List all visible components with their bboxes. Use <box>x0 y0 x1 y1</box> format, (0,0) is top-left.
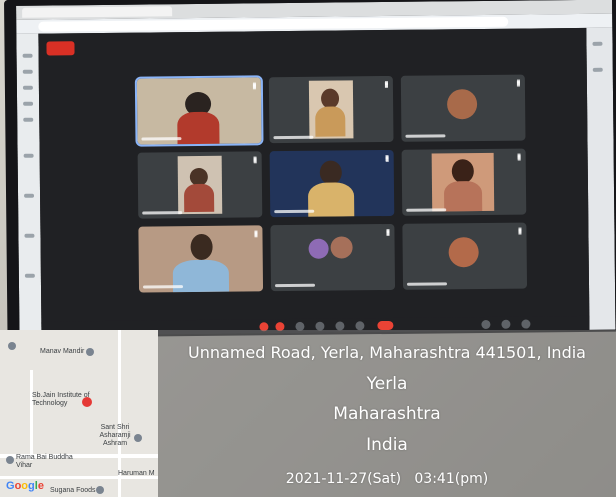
more-options-icon[interactable] <box>516 79 520 86</box>
participant-name-label <box>406 282 448 286</box>
laptop-screen <box>4 0 616 338</box>
end-call-button[interactable] <box>377 320 394 331</box>
participant-name-label <box>274 283 316 288</box>
participant-tile[interactable] <box>401 148 527 216</box>
right-sidebar <box>586 27 616 330</box>
more-options-icon[interactable] <box>517 153 521 160</box>
map-pin-icon <box>96 486 104 494</box>
participant-tile[interactable] <box>268 75 394 144</box>
geotag-overlay: Unnamed Road, Yerla, Maharashtra 441501,… <box>158 330 616 497</box>
timestamp-text: 2021-11-27(Sat) 03:41(pm) <box>285 471 489 487</box>
more-options-icon[interactable] <box>254 230 258 237</box>
map-pin-icon <box>134 434 142 442</box>
location-marker-icon <box>82 397 92 407</box>
more-options-icon[interactable] <box>385 154 389 162</box>
video-grid <box>38 27 590 336</box>
people-icon[interactable] <box>501 319 511 329</box>
participant-tile[interactable] <box>137 151 263 219</box>
participant-name-label <box>142 285 184 289</box>
info-icon[interactable] <box>481 319 491 330</box>
recording-badge <box>46 41 75 56</box>
location-map: Manav Mandir Sb.Jain Institute of Techno… <box>0 330 158 497</box>
participant-tile[interactable] <box>400 74 526 142</box>
country-text: India <box>366 435 408 455</box>
map-pin-icon <box>8 342 16 350</box>
participant-tile[interactable] <box>134 75 264 147</box>
chat-icon[interactable] <box>521 319 531 329</box>
more-options-icon[interactable] <box>384 80 388 88</box>
participant-name-label <box>142 211 183 215</box>
locality-text: Yerla <box>366 374 408 394</box>
more-options-icon[interactable] <box>518 227 522 234</box>
google-logo: Google <box>6 480 44 492</box>
participant-name-label <box>405 134 446 138</box>
state-text: Maharashtra <box>333 404 441 424</box>
participant-tile[interactable] <box>138 225 264 293</box>
participant-name-label <box>141 137 182 141</box>
browser-tab[interactable] <box>22 6 173 18</box>
map-pin-icon <box>6 456 14 464</box>
map-place-label: Sugana Foods <box>50 487 96 494</box>
map-place-label: Rama Bai Buddha Vihar <box>16 454 73 469</box>
participant-name-label <box>406 208 447 212</box>
more-options-icon[interactable] <box>386 228 390 236</box>
more-options-icon[interactable] <box>253 156 257 163</box>
meeting-screen <box>16 0 616 336</box>
address-text: Unnamed Road, Yerla, Maharashtra 441501,… <box>188 343 586 362</box>
more-icon[interactable] <box>355 321 365 331</box>
map-place-label: Sant Shri Asharamji Ashram <box>99 424 131 447</box>
more-options-icon[interactable] <box>252 82 256 89</box>
map-pin-icon <box>86 348 94 356</box>
left-sidebar <box>16 33 42 336</box>
map-place-label: Manav Mandir <box>40 348 85 355</box>
participant-name-label <box>274 209 315 214</box>
participant-name-label <box>273 135 314 140</box>
participant-tile[interactable] <box>269 149 395 218</box>
participant-tile[interactable] <box>270 223 396 292</box>
map-place-label: Haruman M <box>118 470 155 477</box>
participant-tile[interactable] <box>402 222 528 290</box>
